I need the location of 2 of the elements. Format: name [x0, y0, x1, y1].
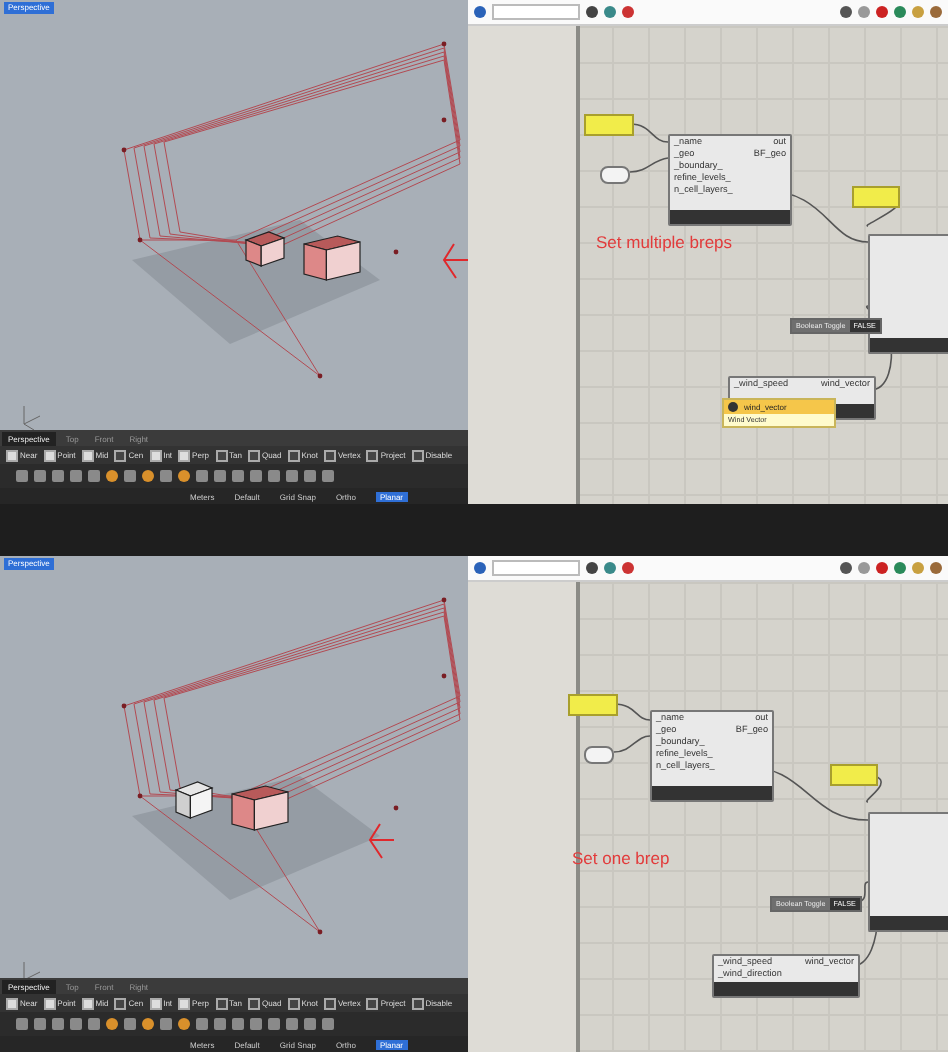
annotation-text: Set multiple breps	[596, 232, 733, 252]
annotation-text: Set one brep	[572, 848, 670, 868]
